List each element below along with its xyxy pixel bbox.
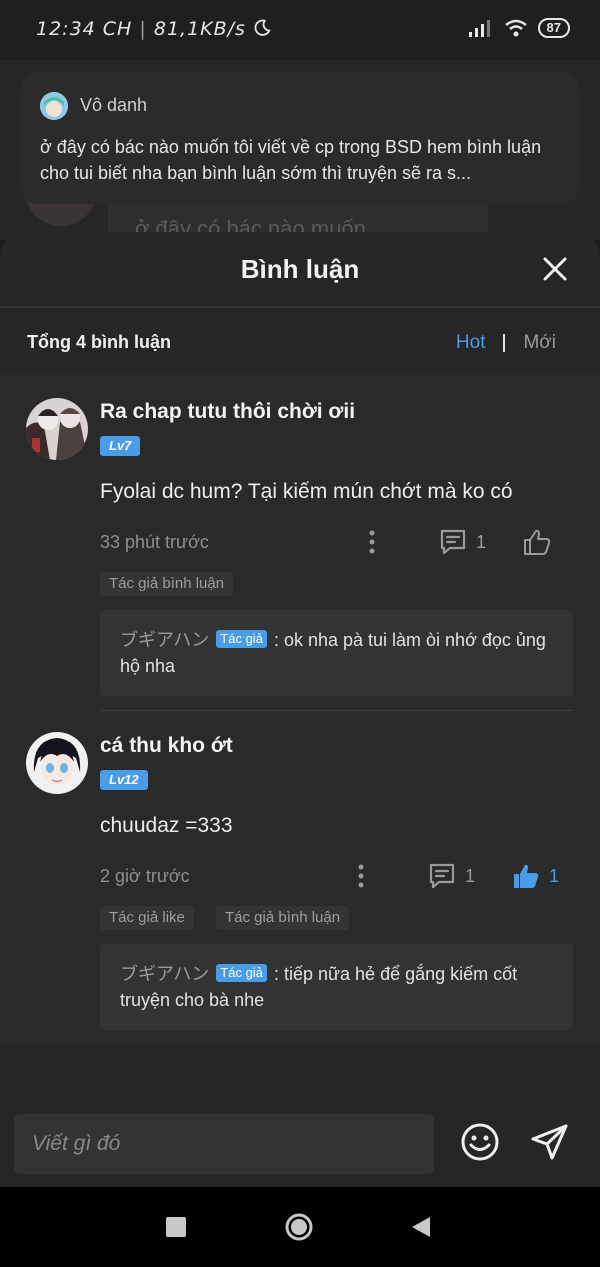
comment-input[interactable]: [14, 1114, 434, 1174]
send-icon: [531, 1124, 568, 1160]
status-right: 87: [468, 18, 570, 38]
emoji-button[interactable]: [460, 1122, 500, 1162]
sort-hot-tab[interactable]: Hot: [456, 332, 486, 354]
sheet-title: Bình luận: [240, 254, 360, 284]
send-button[interactable]: [530, 1122, 570, 1162]
author-badge: Tác giả: [216, 630, 267, 648]
nav-recents-icon[interactable]: [166, 1217, 186, 1237]
more-vertical-icon[interactable]: [358, 864, 364, 888]
notification-popup[interactable]: Vô danh ở đây có bác nào muốn tôi viết v…: [20, 72, 580, 204]
comment-time: 2 giờ trước: [100, 866, 190, 886]
sort-new-tab[interactable]: Mới: [523, 332, 556, 354]
author-badge: Tác giả: [216, 964, 267, 982]
author-reply[interactable]: ブギアハン Tác giả : tiếp nữa hẻ để gắng kiếm…: [100, 944, 573, 1030]
close-button[interactable]: [540, 254, 570, 284]
status-time: 12:34 CH: [36, 18, 133, 40]
battery-indicator: 87: [537, 18, 570, 38]
wifi-icon: [504, 19, 527, 37]
comment-list: Ra chap tutu thôi chời ơii Lv7 Fyolai dc…: [0, 374, 600, 1044]
comment-item: Ra chap tutu thôi chời ơii Lv7 Fyolai dc…: [0, 374, 600, 696]
level-badge: Lv12: [100, 770, 148, 790]
sheet-divider: [0, 306, 600, 308]
sort-separator: [503, 334, 506, 352]
avatar[interactable]: [26, 398, 88, 460]
avatar[interactable]: [26, 732, 88, 794]
signal-icon: [468, 20, 490, 37]
notification-name: Vô danh: [80, 95, 148, 115]
notification-text: ở đây có bác nào muốn tôi viết về cp tro…: [40, 137, 542, 183]
reply-count: 1: [465, 866, 476, 886]
author-reply-name: ブギアハン: [120, 630, 210, 650]
status-left: 12:34 CH | 81,1KB/s: [36, 18, 271, 40]
close-icon: [543, 257, 567, 281]
comments-sheet: Bình luận Tổng 4 bình luận Hot Mới Ra ch…: [0, 232, 600, 1187]
comment-icon[interactable]: [428, 863, 456, 889]
username[interactable]: cá thu kho ớt: [100, 734, 233, 758]
comment-text: Fyolai dc hum? Tại kiếm mún chớt mà ko c…: [100, 480, 513, 503]
author-like-tag: Tác giả like: [100, 906, 194, 930]
status-speed: 81,1KB/s: [153, 18, 246, 40]
like-count: 1: [549, 866, 560, 886]
author-reply-name: ブギアハン: [120, 964, 210, 984]
comment-input-bar: [0, 1100, 600, 1187]
nav-home-icon[interactable]: [284, 1212, 314, 1242]
author-reply[interactable]: ブギアハン Tác giả : ok nha pà tui làm òi nhớ…: [100, 610, 573, 696]
moon-icon: [254, 19, 271, 36]
author-tag: Tác giả bình luận: [100, 572, 234, 596]
emoji-icon: [461, 1123, 499, 1161]
thumbs-up-icon[interactable]: [512, 862, 540, 890]
comment-item: cá thu kho ớt Lv12 chuudaz =333 2 giờ tr…: [0, 710, 600, 1040]
comment-total: Tổng 4 bình luận: [27, 332, 171, 352]
comment-icon[interactable]: [439, 529, 467, 555]
more-vertical-icon[interactable]: [369, 530, 375, 554]
system-nav-bar: [0, 1187, 600, 1267]
thumbs-up-icon[interactable]: [523, 528, 551, 556]
comment-time: 33 phút trước: [100, 532, 209, 552]
nav-back-icon[interactable]: [410, 1215, 432, 1239]
reply-count: 1: [476, 532, 487, 552]
comment-text: chuudaz =333: [100, 814, 233, 837]
sort-toggle: Hot Mới: [456, 332, 556, 354]
status-bar: 12:34 CH | 81,1KB/s 87: [0, 0, 600, 60]
author-tag: Tác giả bình luận: [216, 906, 350, 930]
notification-avatar: [40, 92, 68, 120]
username[interactable]: Ra chap tutu thôi chời ơii: [100, 400, 355, 424]
level-badge: Lv7: [100, 436, 141, 456]
